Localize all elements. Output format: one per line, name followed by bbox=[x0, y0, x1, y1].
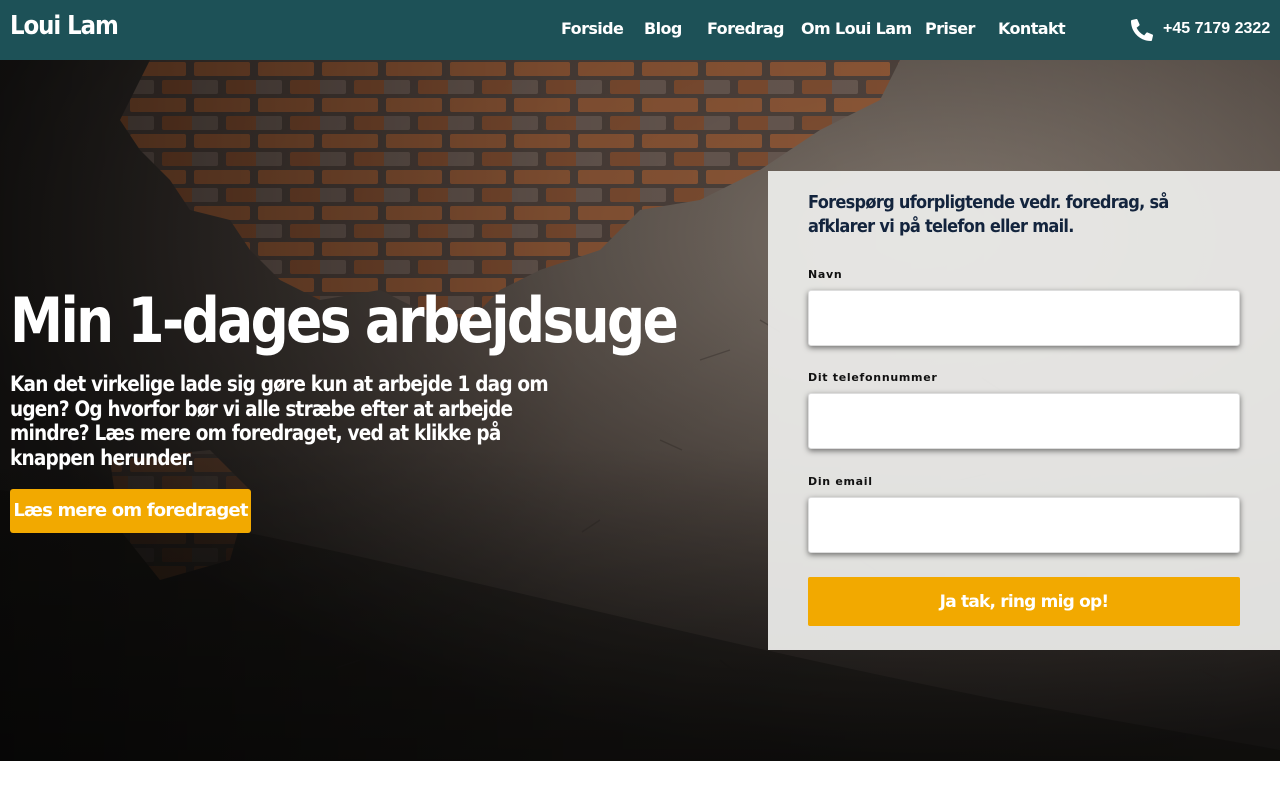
name-field-label: Navn bbox=[808, 268, 843, 281]
callback-form-panel: Forespørg uforpligtende vedr. foredrag, … bbox=[768, 171, 1280, 650]
phone-field-label: Dit telefonnummer bbox=[808, 371, 938, 384]
hero-section: Min 1-dages arbejdsuge Kan det virkelige… bbox=[0, 60, 1280, 761]
phone-input[interactable] bbox=[808, 393, 1240, 449]
nav-item-om-loui-lam[interactable]: Om Loui Lam bbox=[801, 19, 912, 38]
form-heading: Forespørg uforpligtende vedr. foredrag, … bbox=[808, 192, 1169, 237]
nav-item-kontakt[interactable]: Kontakt bbox=[998, 19, 1066, 38]
call-me-button[interactable]: Ja tak, ring mig op! bbox=[808, 577, 1240, 626]
hero-title: Min 1-dages arbejdsuge bbox=[10, 284, 679, 357]
site-header: Loui Lam Forside Blog Foredrag Om Loui L… bbox=[0, 0, 1280, 60]
email-field-label: Din email bbox=[808, 475, 873, 488]
nav-item-blog[interactable]: Blog bbox=[644, 19, 682, 38]
phone-icon bbox=[1131, 19, 1153, 41]
hero-subtitle: Kan det virkelige lade sig gøre kun at a… bbox=[10, 372, 549, 470]
nav-item-foredrag[interactable]: Foredrag bbox=[707, 19, 784, 38]
site-logo[interactable]: Loui Lam bbox=[10, 11, 119, 41]
read-more-button[interactable]: Læs mere om foredraget bbox=[10, 489, 251, 533]
phone-number: +45 7179 2322 bbox=[1163, 20, 1271, 37]
nav-item-forside[interactable]: Forside bbox=[561, 19, 624, 38]
name-input[interactable] bbox=[808, 290, 1240, 346]
nav-item-priser[interactable]: Priser bbox=[925, 19, 975, 38]
email-input[interactable] bbox=[808, 497, 1240, 553]
